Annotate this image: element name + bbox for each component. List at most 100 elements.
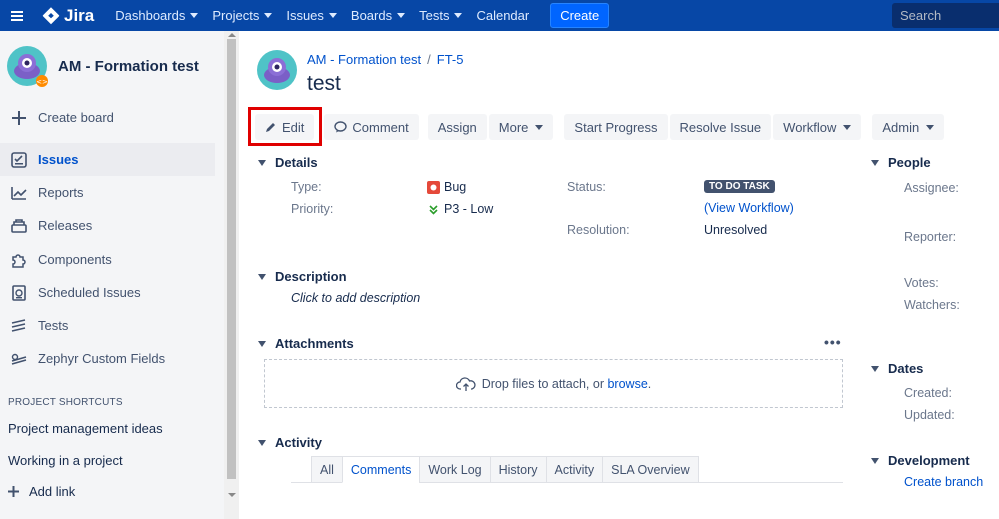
- nav-boards[interactable]: Boards: [344, 0, 412, 31]
- chevron-down-icon: [190, 13, 199, 18]
- nav-tests-label: Tests: [419, 8, 450, 23]
- scroll-up-icon[interactable]: [228, 33, 236, 37]
- nav-issues-label: Issues: [286, 8, 324, 23]
- chevron-down-icon: [328, 13, 337, 18]
- type-label: Type:: [291, 180, 322, 194]
- nav-issues[interactable]: Issues: [279, 0, 344, 31]
- attachments-toggle[interactable]: Attachments: [258, 336, 354, 351]
- assign-button[interactable]: Assign: [427, 114, 487, 140]
- resolve-issue-button[interactable]: Resolve Issue: [669, 114, 772, 140]
- zephyr-icon: [9, 349, 29, 369]
- create-branch-link[interactable]: Create branch: [904, 475, 983, 489]
- breadcrumb-issue-key[interactable]: FT-5: [437, 52, 464, 67]
- sidebar-item-label: Reports: [38, 185, 84, 200]
- status-badge: TO DO TASK: [704, 180, 775, 193]
- resolution-label: Resolution:: [567, 223, 630, 237]
- plus-icon: [8, 486, 19, 497]
- tab-all[interactable]: All: [311, 456, 342, 483]
- issue-summary[interactable]: test: [307, 72, 341, 96]
- components-icon: [9, 250, 29, 270]
- tab-comments[interactable]: Comments: [341, 456, 420, 483]
- sidebar-item-releases[interactable]: Releases: [0, 209, 215, 242]
- chevron-down-icon: [926, 124, 935, 130]
- details-toggle[interactable]: Details: [258, 155, 318, 170]
- admin-button[interactable]: Admin: [872, 114, 945, 140]
- description-placeholder[interactable]: Click to add description: [291, 291, 420, 305]
- issue-view: AM - Formation test / FT-5 test Edit Comme…: [239, 31, 999, 519]
- chevron-down-icon: [454, 13, 463, 18]
- project-avatar-icon: [257, 50, 297, 90]
- nav-dashboards[interactable]: Dashboards: [108, 0, 205, 31]
- jira-logo-icon: [42, 6, 60, 24]
- sidebar-item-tests[interactable]: Tests: [0, 309, 215, 342]
- chevron-down-icon: [258, 340, 266, 347]
- description-toggle[interactable]: Description: [258, 269, 347, 284]
- sidebar-item-reports[interactable]: Reports: [0, 176, 215, 209]
- status-value[interactable]: TO DO TASK: [704, 180, 775, 193]
- scroll-down-icon[interactable]: [228, 493, 236, 497]
- sidebar-scrollbar[interactable]: [224, 31, 239, 519]
- nav-tests[interactable]: Tests: [412, 0, 469, 31]
- releases-icon: [9, 216, 29, 236]
- app-switcher-icon[interactable]: [0, 0, 34, 31]
- assign-more-group: Assign More: [427, 114, 556, 140]
- scrollbar-thumb[interactable]: [227, 39, 236, 479]
- cloud-upload-icon: [455, 376, 476, 391]
- created-label: Created:: [904, 386, 952, 400]
- sidebar-item-scheduled-issues[interactable]: Scheduled Issues: [0, 276, 215, 309]
- people-toggle[interactable]: People: [871, 155, 931, 170]
- nav-calendar[interactable]: Calendar: [469, 0, 536, 31]
- tab-sla-overview[interactable]: SLA Overview: [602, 456, 699, 483]
- shortcut-link[interactable]: Working in a project: [8, 453, 123, 468]
- tab-work-log[interactable]: Work Log: [419, 456, 490, 483]
- jira-logo[interactable]: Jira: [42, 6, 94, 26]
- nav-projects[interactable]: Projects: [205, 0, 279, 31]
- tab-history[interactable]: History: [489, 456, 546, 483]
- attachments-heading: Attachments: [275, 336, 354, 351]
- activity-toggle[interactable]: Activity: [258, 435, 322, 450]
- sidebar-item-label: Scheduled Issues: [38, 285, 141, 300]
- create-board-item[interactable]: Create board: [0, 101, 215, 134]
- sidebar-item-zephyr-custom-fields[interactable]: Zephyr Custom Fields: [0, 342, 215, 375]
- sidebar-item-components[interactable]: Components: [0, 243, 215, 276]
- development-toggle[interactable]: Development: [871, 453, 970, 468]
- drop-files-end: .: [647, 376, 652, 391]
- project-sidebar: <> AM - Formation test Create board Issu…: [0, 31, 224, 519]
- reports-icon: [9, 183, 29, 203]
- tests-icon: [9, 316, 29, 336]
- project-header[interactable]: <> AM - Formation test: [6, 45, 199, 87]
- attachment-dropzone[interactable]: Drop files to attach, or browse.: [264, 359, 843, 408]
- project-shortcuts-heading: PROJECT SHORTCUTS: [8, 397, 123, 408]
- updated-label: Updated:: [904, 408, 955, 422]
- more-options-icon[interactable]: •••: [824, 334, 842, 350]
- chevron-down-icon: [843, 124, 852, 130]
- type-value[interactable]: Bug: [427, 180, 466, 194]
- project-name: AM - Formation test: [58, 57, 199, 75]
- sidebar-item-issues[interactable]: Issues: [0, 143, 215, 176]
- chevron-down-icon: [264, 13, 273, 18]
- details-heading: Details: [275, 155, 318, 170]
- comment-button[interactable]: Comment: [324, 114, 419, 140]
- breadcrumb-separator: /: [427, 52, 431, 67]
- chevron-down-icon: [397, 13, 406, 18]
- start-progress-button[interactable]: Start Progress: [564, 114, 668, 140]
- breadcrumb-project-link[interactable]: AM - Formation test: [307, 52, 421, 67]
- watchers-label: Watchers:: [904, 298, 960, 312]
- top-nav-menu: Dashboards Projects Issues Boards Tests …: [108, 0, 610, 31]
- shortcut-link[interactable]: Project management ideas: [8, 421, 163, 436]
- browse-link[interactable]: browse: [607, 377, 647, 391]
- plus-icon: [9, 108, 29, 128]
- dates-toggle[interactable]: Dates: [871, 361, 923, 376]
- add-link-item[interactable]: Add link: [8, 484, 75, 499]
- workflow-button[interactable]: Workflow: [773, 114, 862, 140]
- chevron-down-icon: [258, 159, 266, 166]
- activity-tabs: All Comments Work Log History Activity S…: [311, 456, 699, 483]
- priority-value[interactable]: P3 - Low: [427, 202, 493, 216]
- view-workflow-link[interactable]: (View Workflow): [704, 201, 794, 215]
- tab-activity[interactable]: Activity: [545, 456, 603, 483]
- create-button[interactable]: Create: [550, 3, 610, 28]
- sidebar-item-label: Zephyr Custom Fields: [38, 351, 166, 366]
- more-button[interactable]: More: [488, 114, 554, 140]
- chevron-down-icon: [535, 124, 544, 130]
- search-input[interactable]: Search: [892, 3, 999, 28]
